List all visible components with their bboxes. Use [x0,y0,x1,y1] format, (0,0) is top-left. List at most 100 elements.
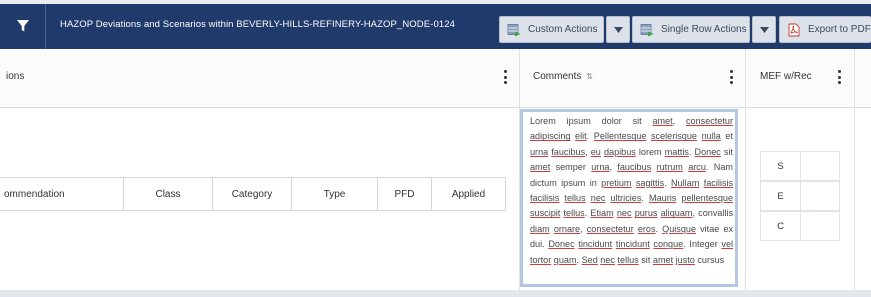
comment-text: lorem [635,146,665,157]
grid-panel: ions Comments ⇅ MEF w/Rec ommendation Cl… [0,49,871,291]
filter-icon [17,20,29,32]
comment-text: sit [720,146,734,157]
comment-word-flagged: ornare [553,223,581,234]
subtable-header-class[interactable]: Class [124,178,213,210]
comment-word-flagged: nec [616,208,632,219]
single-row-actions-dropdown[interactable] [752,16,776,43]
comment-word-flagged: justo [675,254,695,265]
comment-word-flagged: urna [530,146,549,157]
column-header-label: Comments ⇅ [533,71,593,82]
comment-word-flagged: scelerisque [650,131,697,142]
comment-word-flagged: consectetur [685,116,733,126]
comment-word-flagged: ultricies [610,193,642,204]
comment-text: . [641,193,650,204]
comment-word-flagged: adipiscing [530,131,571,142]
single-row-actions-label: Single Row Actions [661,24,747,35]
comment-word-flagged: facilisis [530,193,560,204]
column-header-comments[interactable]: Comments ⇅ [520,49,745,108]
app-frame: HAZOP Deviations and Scenarios within BE… [0,0,871,297]
comment-text: semper [550,162,592,173]
caret-down-icon [759,26,769,33]
mef-row[interactable]: S [760,151,840,181]
comment-word-flagged: congue [653,239,684,250]
toolbar-divider [45,4,46,49]
comment-word-flagged: dapibus [603,146,636,157]
comment-word-flagged: diam [530,223,550,234]
comment-word-flagged: mattis [664,146,689,157]
sort-icon: ⇅ [586,72,593,81]
pdf-icon [787,23,801,37]
comment-word-flagged: tellus [563,208,585,219]
comment-word-flagged: amet [652,116,673,126]
comment-word-flagged: pretium [601,177,632,188]
comment-word-flagged: sagittis [635,177,665,188]
comment-word-flagged: urna [591,162,610,173]
comment-word-flagged: nec [600,254,615,265]
comment-word-flagged: nec [590,193,606,204]
comment-text: sit [638,254,653,265]
comment-word-flagged: Donec [694,146,721,157]
subtable-header-type[interactable]: Type [292,178,378,210]
comment-word-flagged: aliquam [660,208,693,219]
comment-word-flagged: purus [634,208,658,219]
comment-word-flagged: arcu [688,162,706,173]
mef-row[interactable]: E [760,181,840,211]
comment-text: . [664,177,672,188]
comment-word-flagged: faucibus [551,146,586,157]
comment-word-flagged: Donec [548,239,575,250]
custom-actions-button[interactable]: Custom Actions [499,16,604,43]
subtable-header-recommendation[interactable]: ommendation [0,178,124,210]
comment-text: . Integer [683,239,722,250]
caret-down-icon [613,26,623,33]
comment-word-flagged: suscipit [530,208,561,219]
kebab-menu-icon[interactable] [835,67,843,87]
comment-word-flagged: consectetur [586,223,634,234]
panel-footer-strip [0,290,871,297]
column-divider [745,49,746,291]
single-row-actions-button[interactable]: Single Row Actions [632,16,750,43]
comment-word-flagged: faucibus [617,162,652,173]
kebab-menu-icon[interactable] [501,67,509,87]
subtable-header-applied[interactable]: Applied [432,178,506,210]
comment-word-flagged: amet [652,254,674,265]
comment-word-flagged: Pellentesque [593,131,647,142]
comment-word-flagged: amet [530,162,551,173]
export-pdf-button[interactable]: Export to PDF [779,16,871,43]
column-header-mef[interactable]: MEF w/Rec [746,49,871,108]
comment-word-flagged: tellus [617,254,639,265]
custom-actions-label: Custom Actions [528,24,598,35]
comment-word-flagged: Quisque [662,223,697,234]
comment-word-flagged: Etiam [590,208,614,219]
subtable-header-pfd[interactable]: PFD [378,178,432,210]
comment-word-flagged: elit [575,131,587,142]
grid-toolbar: HAZOP Deviations and Scenarios within BE… [0,4,871,49]
mef-row[interactable]: C [760,211,840,241]
comment-word-flagged: quam [553,254,577,265]
comment-word-flagged: tincidunt [615,239,650,250]
comment-word-flagged: Nullam [671,177,700,188]
comment-text: , [580,223,587,234]
comment-word-flagged: eu [590,146,601,157]
kebab-menu-icon[interactable] [727,67,735,87]
column-header-label: MEF w/Rec [760,71,812,82]
column-header-recommendations[interactable]: ions [0,49,519,108]
comment-word-flagged: tortor [530,254,552,265]
column-divider [854,49,855,291]
mef-row-label: C [761,212,801,240]
comment-text: et [720,131,733,142]
filter-button[interactable] [12,15,34,37]
comment-word-flagged: Sed [581,254,598,265]
comment-word-flagged: Mauris [649,193,677,204]
comment-word-flagged: facilisis [703,177,734,188]
comment-word-flagged: nulla [701,131,721,142]
recommendations-subtable-header: ommendation Class Category Type PFD Appl… [0,177,506,211]
grid-title: HAZOP Deviations and Scenarios within BE… [60,19,455,30]
comments-textarea[interactable]: Lorem ipsum dolor sit amet, consectetur … [520,109,738,287]
comment-word-flagged: tellus [564,193,586,204]
comment-text: , [672,116,686,126]
subtable-header-category[interactable]: Category [213,178,292,210]
comment-word-flagged: pellentesque [681,193,733,204]
comment-text: cursus [694,254,725,265]
custom-actions-dropdown[interactable] [606,16,630,43]
export-pdf-label: Export to PDF [808,24,871,35]
